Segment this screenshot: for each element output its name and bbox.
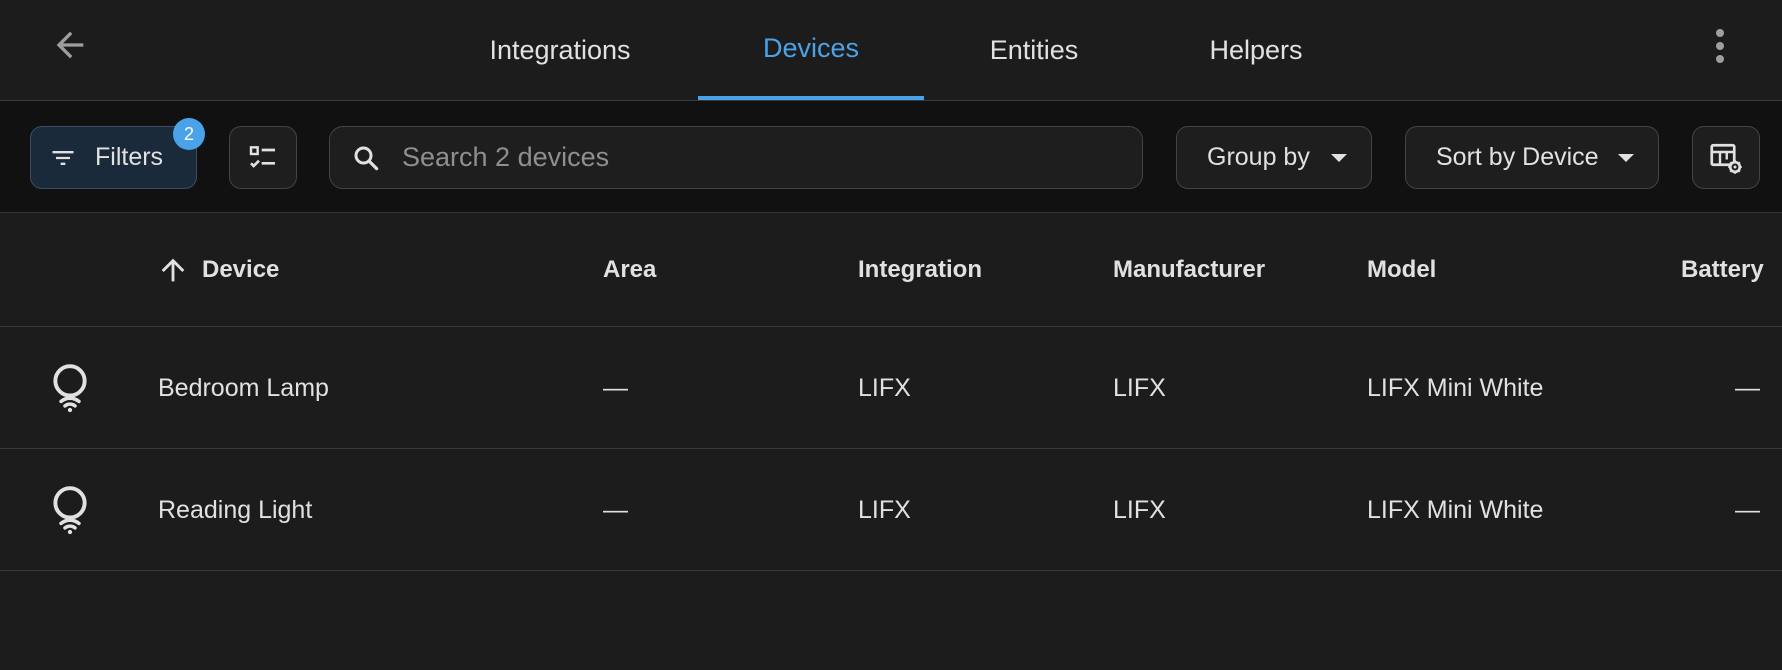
column-header-integration[interactable]: Integration bbox=[858, 213, 982, 327]
table-cog-icon bbox=[1710, 143, 1742, 174]
selection-mode-button[interactable] bbox=[229, 126, 297, 189]
overflow-menu-button[interactable] bbox=[1700, 24, 1740, 68]
cell-device: Reading Light bbox=[158, 496, 313, 524]
cell-battery: — bbox=[1735, 374, 1760, 402]
table-settings-button[interactable] bbox=[1692, 126, 1760, 189]
tab-integrations[interactable]: Integrations bbox=[470, 0, 650, 101]
column-header-battery[interactable]: Battery bbox=[1681, 213, 1764, 327]
dots-vertical-icon bbox=[1716, 29, 1724, 37]
cell-model: LIFX Mini White bbox=[1367, 496, 1544, 524]
filters-label: Filters bbox=[95, 143, 164, 171]
cell-manufacturer: LIFX bbox=[1113, 496, 1166, 524]
cell-model: LIFX Mini White bbox=[1367, 374, 1544, 402]
lightbulb-wifi-icon bbox=[46, 362, 94, 414]
filters-button[interactable]: Filters bbox=[30, 126, 197, 189]
cell-area: — bbox=[603, 374, 628, 402]
table-header-row: Device Area Integration Manufacturer Mod… bbox=[0, 213, 1782, 327]
column-header-model[interactable]: Model bbox=[1367, 213, 1436, 327]
tab-entities[interactable]: Entities bbox=[970, 0, 1098, 101]
caret-down-icon bbox=[1331, 153, 1347, 162]
cell-manufacturer: LIFX bbox=[1113, 374, 1166, 402]
table-row[interactable]: Bedroom Lamp — LIFX LIFX LIFX Mini White… bbox=[0, 328, 1782, 449]
lightbulb-wifi-icon bbox=[46, 484, 94, 536]
group-by-label: Group by bbox=[1207, 143, 1310, 171]
tab-devices[interactable]: Devices bbox=[698, 0, 924, 101]
cell-integration: LIFX bbox=[858, 374, 911, 402]
arrow-left-icon bbox=[56, 31, 84, 59]
table-toolbar: Filters Group by Sort by Device bbox=[0, 101, 1782, 213]
format-list-checks-icon bbox=[249, 145, 275, 168]
filter-variant-icon bbox=[52, 150, 74, 165]
tab-helpers[interactable]: Helpers bbox=[1190, 0, 1322, 101]
table-row[interactable]: Reading Light — LIFX LIFX LIFX Mini Whit… bbox=[0, 450, 1782, 571]
cell-integration: LIFX bbox=[858, 496, 911, 524]
column-header-area[interactable]: Area bbox=[603, 213, 656, 327]
active-tab-indicator bbox=[698, 96, 924, 100]
sort-by-button[interactable]: Sort by Device bbox=[1405, 126, 1659, 189]
top-app-bar: Integrations Devices Entities Helpers bbox=[0, 0, 1782, 101]
column-header-manufacturer[interactable]: Manufacturer bbox=[1113, 213, 1265, 327]
group-by-button[interactable]: Group by bbox=[1176, 126, 1372, 189]
caret-down-icon bbox=[1618, 153, 1634, 162]
sort-by-label: Sort by Device bbox=[1436, 143, 1599, 171]
search-input[interactable] bbox=[402, 142, 1102, 173]
cell-area: — bbox=[603, 496, 628, 524]
filters-count-badge: 2 bbox=[173, 118, 205, 150]
cell-battery: — bbox=[1735, 496, 1760, 524]
search-field[interactable] bbox=[329, 126, 1143, 189]
column-header-device[interactable]: Device bbox=[156, 213, 279, 327]
magnify-icon bbox=[354, 146, 379, 170]
cell-device: Bedroom Lamp bbox=[158, 374, 329, 402]
column-label-device: Device bbox=[202, 256, 280, 283]
arrow-up-icon bbox=[156, 253, 190, 287]
back-button[interactable] bbox=[44, 22, 96, 68]
